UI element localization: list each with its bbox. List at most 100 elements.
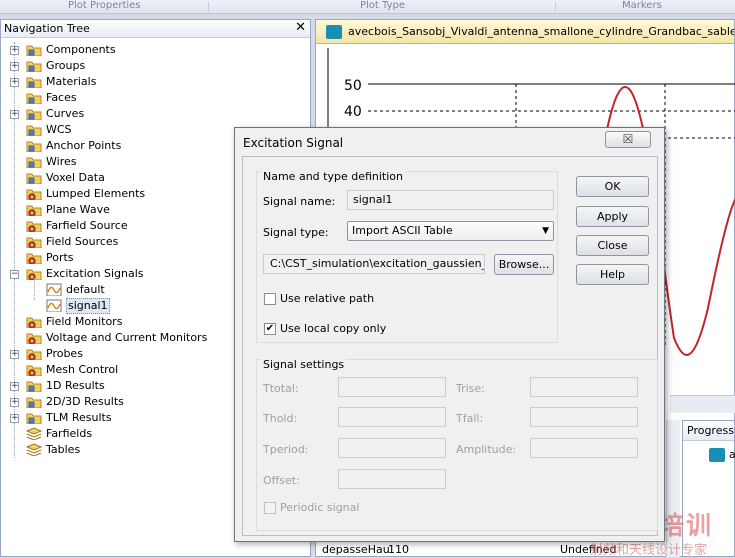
tperiod-label: Tperiod: [263,443,309,456]
browse-button[interactable]: Browse... [494,254,554,275]
folder-gear-icon [26,205,42,216]
folder-icon [26,397,42,408]
y-tick-50: 50 [344,78,362,94]
tfall-label: Tfall: [456,412,484,425]
use-relative-path-checkbox[interactable] [264,293,276,305]
result-name: depasseHau [322,543,390,556]
signal-name-label: Signal name: [263,195,336,208]
expand-icon[interactable]: + [10,398,19,407]
tree-item-label: signal1 [66,298,110,314]
trise-field[interactable] [530,377,638,397]
tree-child-guide-line [34,278,35,300]
trise-label: Trise: [456,382,485,395]
tree-item-label: Faces [46,91,77,104]
expand-icon[interactable]: + [10,382,19,391]
folder-icon [26,109,42,120]
tree-item-label: Plane Wave [46,203,110,216]
y-tick-40: 40 [344,104,362,120]
tperiod-field[interactable] [338,438,446,458]
folder-icon [26,173,42,184]
thold-label: Thold: [263,412,298,425]
collapse-icon[interactable]: − [10,270,19,279]
ttotal-label: Ttotal: [263,382,299,395]
navigation-tree-title: Navigation Tree [4,22,90,35]
navigation-tree-header: Navigation Tree ✕ [1,20,310,38]
folder-icon [26,413,42,424]
name-type-group-title: Name and type definition [261,170,405,183]
chevron-down-icon: ▼ [542,226,549,236]
use-local-copy-checkbox[interactable]: ✔ [264,323,276,335]
signal-icon [46,283,62,296]
amplitude-label: Amplitude: [456,443,517,456]
tree-item-label: Excitation Signals [46,267,144,280]
folder-icon [26,45,42,56]
tree-item-label: Probes [46,347,83,360]
tree-item-materials[interactable]: + Materials [1,74,301,90]
excitation-signal-dialog: Excitation Signal ☒ Name and type defini… [234,127,665,542]
ok-button[interactable]: OK [576,176,649,197]
document-tab[interactable]: avecbois_Sansobj_Vivaldi_antenna_smallon… [316,20,734,44]
ttotal-field[interactable] [338,377,446,397]
result-value: 110 [388,543,409,556]
close-icon[interactable]: ✕ [295,20,306,35]
folder-gear-icon [26,221,42,232]
tree-item-label: 2D/3D Results [46,395,124,408]
signal-type-select[interactable]: Import ASCII Table ▼ [347,221,554,241]
expand-icon[interactable]: + [10,350,19,359]
ribbon-markers: Markers [622,0,662,11]
tree-item-label: Mesh Control [46,363,119,376]
folder-icon [26,61,42,72]
folder-icon [26,125,42,136]
signal-type-label: Signal type: [263,226,329,239]
tfall-field[interactable] [530,407,638,427]
folder-icon [26,157,42,168]
stack-icon [26,443,42,456]
use-relative-path-label: Use relative path [280,292,375,305]
folder-icon [26,77,42,88]
tree-item-label: WCS [46,123,72,136]
tree-item-groups[interactable]: + Groups [1,58,301,74]
stack-icon [26,427,42,440]
amplitude-field[interactable] [530,438,638,458]
ribbon-plot-type: Plot Type [360,0,405,11]
folder-gear-icon [26,365,42,376]
expand-icon[interactable]: + [10,46,19,55]
offset-label: Offset: [263,474,300,487]
plot-scrollbar[interactable] [670,395,735,413]
tree-item-components[interactable]: + Components [1,42,301,58]
signal-name-field[interactable]: signal1 [347,190,554,210]
help-button[interactable]: Help [576,264,649,285]
offset-field[interactable] [338,469,446,489]
expand-icon[interactable]: + [10,62,19,71]
expand-icon[interactable]: + [10,414,19,423]
dialog-body: Name and type definition Signal name: si… [242,156,658,536]
expand-icon[interactable]: + [10,78,19,87]
tree-item-curves[interactable]: + Curves [1,106,301,122]
folder-icon [26,141,42,152]
apply-button[interactable]: Apply [576,206,649,227]
dialog-close-button[interactable]: ☒ [605,131,651,148]
use-local-copy-label: Use local copy only [280,322,387,335]
tree-item-label: Ports [46,251,74,264]
periodic-signal-checkbox[interactable] [264,502,276,514]
progress-item-icon [709,448,725,462]
tree-item-label: Field Monitors [46,315,123,328]
folder-gear-icon [26,317,42,328]
tree-item-label: Voltage and Current Monitors [46,331,208,344]
tree-item-label: Wires [46,155,77,168]
thold-field[interactable] [338,407,446,427]
folder-icon [26,93,42,104]
signal-file-path-field[interactable]: C:\CST_simulation\excitation_gaussien_de… [263,254,485,274]
tree-item-label: 1D Results [46,379,105,392]
tree-item-label: Groups [46,59,86,72]
folder-gear-icon [26,253,42,264]
tree-item-faces[interactable]: Faces [1,90,301,106]
progress-item-label: a [729,448,735,461]
expand-icon[interactable]: + [10,110,19,119]
ribbon-plot-properties: Plot Properties [68,0,141,11]
tree-item-label: Anchor Points [46,139,122,152]
close-button[interactable]: Close [576,235,649,256]
ribbon-group-labels: Plot Properties Plot Type Markers [0,0,735,14]
dialog-title: Excitation Signal [243,136,344,150]
tree-item-label: Materials [46,75,97,88]
